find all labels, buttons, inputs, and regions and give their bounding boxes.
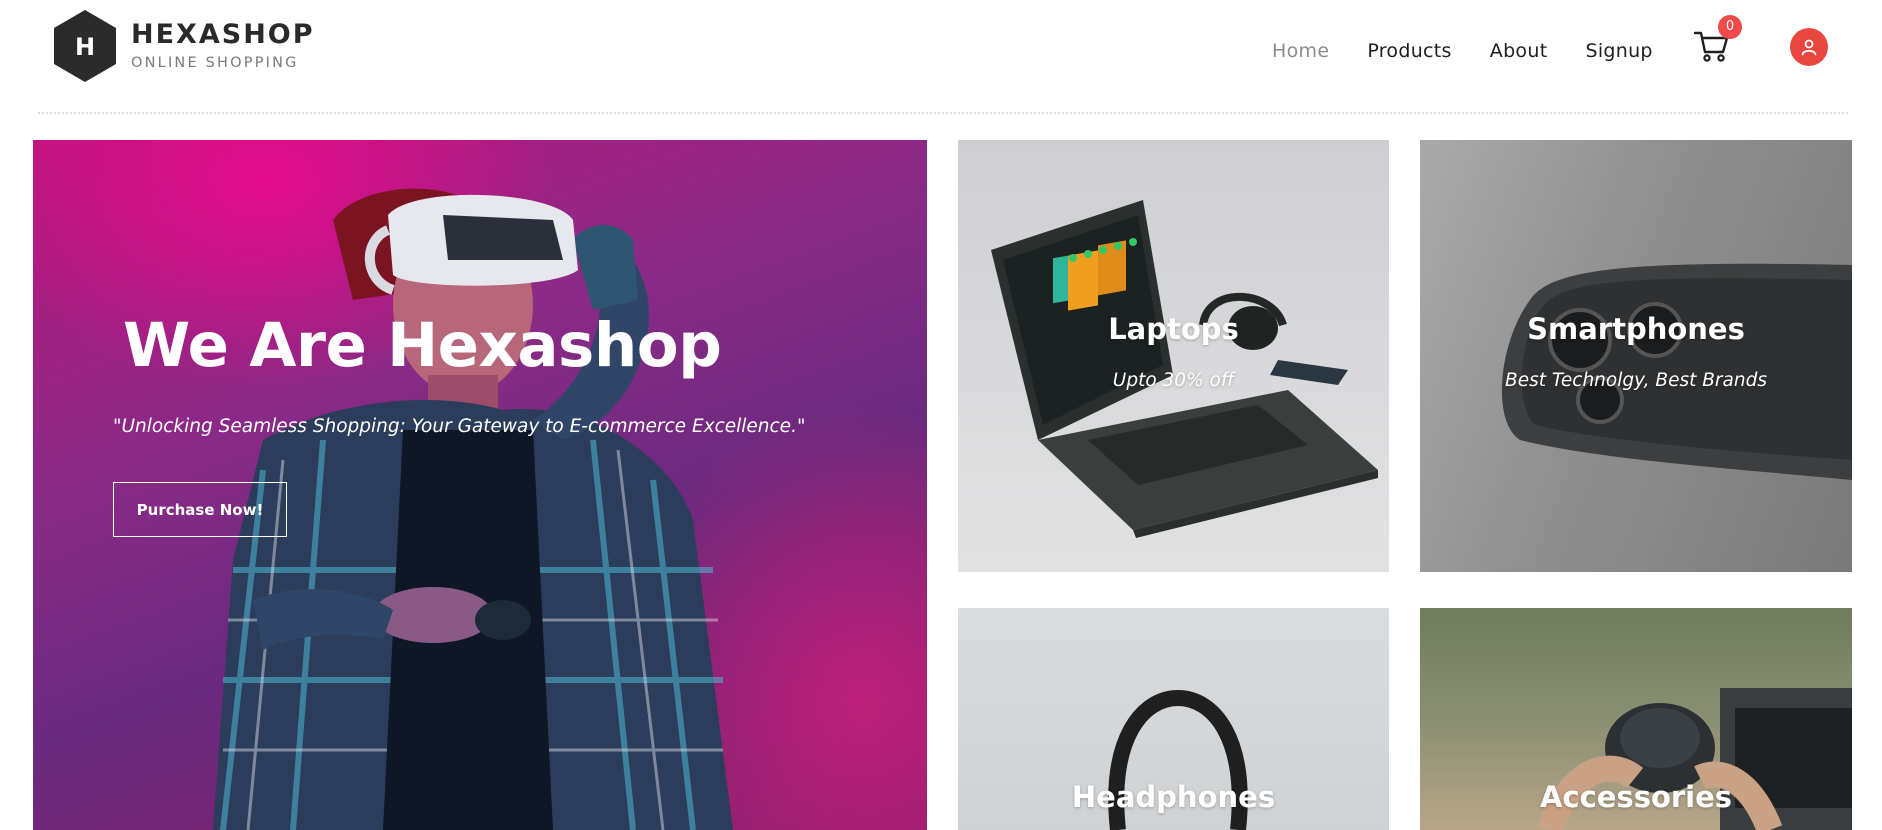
category-title-accessories: Accessories [1539,780,1733,814]
logo-title: HEXASHOP [131,19,315,50]
hero-banner: We Are Hexashop "Unlocking Seamless Shop… [33,140,927,830]
category-card-headphones[interactable]: Headphones [958,608,1389,830]
nav-about[interactable]: About [1490,40,1548,62]
logo[interactable]: H HEXASHOP ONLINE SHOPPING [52,8,315,84]
category-subtitle-laptops: Upto 30% off [1112,370,1235,391]
category-subtitle-smartphones: Best Technolgy, Best Brands [1505,370,1767,391]
laptop-image [991,200,1378,538]
user-avatar-button[interactable] [1790,28,1828,66]
nav-signup[interactable]: Signup [1585,40,1652,62]
page: H HEXASHOP ONLINE SHOPPING Home Products… [0,0,1882,830]
category-title-laptops: Laptops [1108,312,1239,346]
category-card-laptops[interactable]: Laptops Upto 30% off [958,140,1389,572]
nav-products[interactable]: Products [1367,40,1451,62]
category-card-accessories[interactable]: Accessories [1420,608,1852,830]
user-icon [1801,39,1817,56]
logo-text: HEXASHOP ONLINE SHOPPING [131,18,315,74]
logo-initial: H [75,33,95,61]
category-title-headphones: Headphones [1071,780,1276,814]
logo-hexagon-icon: H [54,10,116,82]
category-title-smartphones: Smartphones [1527,312,1745,346]
smartphone-image [1501,263,1852,480]
hero-tagline: "Unlocking Seamless Shopping: Your Gatew… [113,416,806,437]
header-divider [38,112,1848,114]
purchase-now-button[interactable]: Purchase Now! [113,482,287,537]
hero-title: We Are Hexashop [123,310,722,381]
nav-home[interactable]: Home [1272,40,1329,62]
cart-count-badge: 0 [1718,15,1742,39]
logo-subtitle: ONLINE SHOPPING [131,55,299,71]
category-card-smartphones[interactable]: Smartphones Best Technolgy, Best Brands [1420,140,1852,572]
main-nav: Home Products About Signup [1272,40,1691,62]
header: H HEXASHOP ONLINE SHOPPING Home Products… [0,0,1882,114]
